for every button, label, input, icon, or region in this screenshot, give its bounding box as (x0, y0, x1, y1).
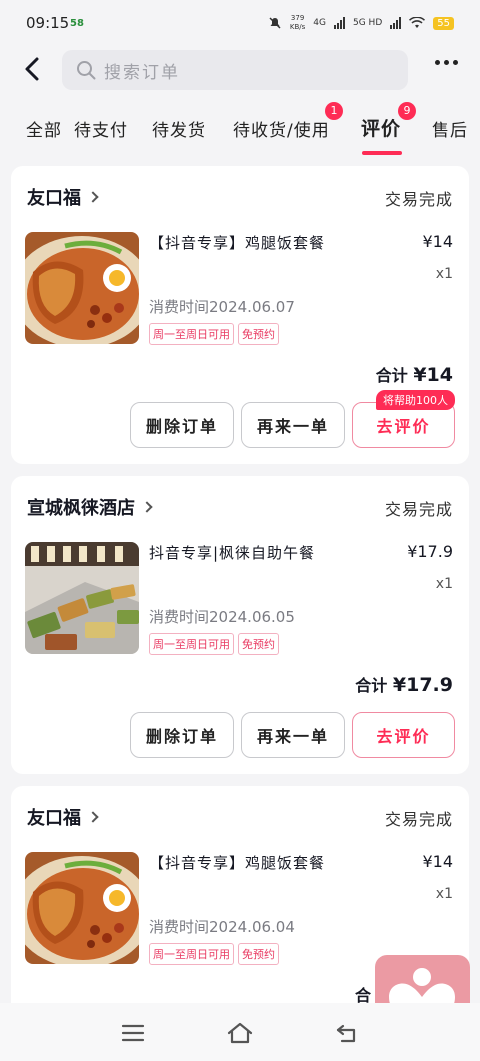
order-total: 合计 ¥14 (376, 362, 453, 386)
total-label: 合计 (355, 676, 388, 695)
chevron-right-icon (141, 501, 153, 513)
review-button[interactable]: 去评价 (352, 712, 455, 758)
back-arrow-icon (336, 1024, 356, 1043)
product-price: ¥17.9 (407, 542, 453, 561)
tab-active-indicator (362, 151, 402, 155)
tab-pending-shipment[interactable]: 待发货 (152, 116, 206, 141)
tab-after-sales[interactable]: 售后 (432, 116, 468, 141)
buffet-image (25, 542, 139, 654)
network-4g-label: 4G (313, 18, 326, 28)
search-icon (77, 61, 96, 80)
product-image[interactable] (25, 232, 139, 344)
tag: 周一至周日可用 (149, 323, 234, 345)
more-dots-icon (435, 60, 440, 65)
tag-list: 周一至周日可用 免预约 (149, 323, 279, 345)
menu-icon (121, 1024, 145, 1042)
product-price: ¥14 (422, 232, 453, 251)
total-label: 合计 (375, 366, 408, 385)
product-quantity: x1 (435, 886, 453, 902)
tab-pending-receipt-count: 1 (325, 102, 343, 120)
tag: 周一至周日可用 (149, 633, 234, 655)
wifi-icon (409, 17, 426, 28)
tab-review-count: 9 (398, 102, 416, 120)
product-image[interactable] (25, 852, 139, 964)
consume-time: 消费时间2024.06.07 (149, 298, 295, 316)
store-name: 宣城枫徕酒店 (27, 498, 135, 519)
product-title[interactable]: 抖音专享|枫徕自助午餐 (149, 542, 315, 563)
tag-list: 周一至周日可用 免预约 (149, 943, 279, 965)
store-name: 友口福 (27, 188, 81, 209)
delete-order-button[interactable]: 删除订单 (130, 402, 234, 448)
total-amount: ¥17.9 (392, 674, 453, 696)
nav-menu-button[interactable] (120, 1021, 148, 1045)
order-tabs: 全部 待支付 待发货 待收货/使用 1 评价 9 售后 (0, 102, 480, 158)
order-card: 友口福 交易完成 【抖音专享】鸡腿饭套餐 ¥14 x1 消费时间2024.06.… (11, 166, 469, 464)
product-price: ¥14 (422, 852, 453, 871)
chevron-right-icon (87, 191, 99, 203)
tag: 免预约 (238, 323, 279, 345)
chicken-rice-image (25, 852, 139, 964)
tab-pending-receipt[interactable]: 待收货/使用 (233, 116, 330, 141)
store-link[interactable]: 友口福 (27, 184, 99, 210)
product-quantity: x1 (435, 576, 453, 592)
order-status: 交易完成 (384, 500, 453, 519)
tag: 周一至周日可用 (149, 943, 234, 965)
chevron-right-icon (87, 811, 99, 823)
network-speed: 379 KB/s (290, 14, 305, 32)
tag: 免预约 (238, 943, 279, 965)
order-status: 交易完成 (384, 810, 453, 829)
order-status: 交易完成 (384, 190, 453, 209)
back-button[interactable] (18, 54, 48, 84)
search-input[interactable]: 搜索订单 (62, 50, 408, 90)
signal-icon-2 (390, 17, 402, 29)
chevron-left-icon (25, 57, 39, 81)
store-link[interactable]: 宣城枫徕酒店 (27, 494, 153, 520)
tab-all[interactable]: 全部 (26, 116, 62, 141)
tag-list: 周一至周日可用 免预约 (149, 633, 279, 655)
header: 搜索订单 (0, 46, 480, 94)
store-name: 友口福 (27, 808, 81, 829)
product-quantity: x1 (435, 266, 453, 282)
tag: 免预约 (238, 633, 279, 655)
home-icon (227, 1022, 253, 1044)
consume-time: 消费时间2024.06.04 (149, 918, 295, 936)
product-image[interactable] (25, 542, 139, 654)
order-total: 合计 ¥17.9 (355, 672, 453, 696)
nav-home-button[interactable] (226, 1021, 254, 1045)
tab-review[interactable]: 评价 (361, 114, 401, 141)
battery-indicator: 55 (433, 16, 454, 30)
status-indicators: 379 KB/s 4G 5G HD 55 (268, 14, 454, 32)
order-card: 宣城枫徕酒店 交易完成 抖音专享|枫徕自助午餐 ¥17.9 x1 消费时间202… (11, 476, 469, 774)
nav-back-button[interactable] (334, 1021, 362, 1045)
status-app-badge: 58 (70, 18, 84, 29)
search-placeholder: 搜索订单 (104, 62, 180, 83)
status-time: 09:15 (26, 14, 70, 32)
review-tip-badge: 将帮助100人 (376, 390, 455, 410)
product-title[interactable]: 【抖音专享】鸡腿饭套餐 (149, 852, 325, 873)
store-link[interactable]: 友口福 (27, 804, 99, 830)
delete-order-button[interactable]: 删除订单 (130, 712, 234, 758)
consume-time: 消费时间2024.06.05 (149, 608, 295, 626)
network-speed-value: 379 (290, 14, 305, 22)
reorder-button[interactable]: 再来一单 (241, 712, 345, 758)
product-title[interactable]: 【抖音专享】鸡腿饭套餐 (149, 232, 325, 253)
system-nav-bar (0, 1003, 480, 1061)
network-5g-label: 5G HD (353, 18, 383, 28)
reorder-button[interactable]: 再来一单 (241, 402, 345, 448)
tab-pending-payment[interactable]: 待支付 (74, 116, 128, 141)
chicken-rice-image (25, 232, 139, 344)
status-bar: 09:15 58 379 KB/s 4G 5G HD 55 (0, 0, 480, 46)
total-amount: ¥14 (413, 364, 453, 386)
mute-icon (269, 17, 281, 29)
more-button[interactable] (435, 60, 458, 65)
signal-icon (334, 17, 345, 29)
network-speed-unit: KB/s (289, 23, 306, 31)
